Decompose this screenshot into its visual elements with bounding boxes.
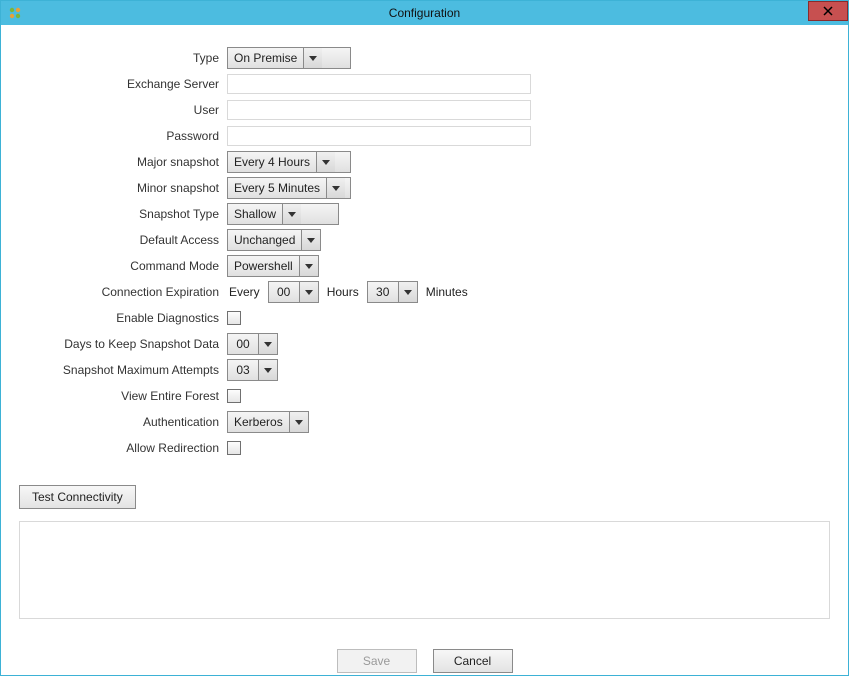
authentication-value: Kerberos xyxy=(228,412,289,432)
authentication-dropdown[interactable]: Kerberos xyxy=(227,411,309,433)
max-attempts-dropdown[interactable]: 03 xyxy=(227,359,278,381)
password-input[interactable] xyxy=(227,126,531,146)
days-to-keep-dropdown[interactable]: 00 xyxy=(227,333,278,355)
snapshot-type-dropdown[interactable]: Shallow xyxy=(227,203,339,225)
command-mode-label: Command Mode xyxy=(19,259,227,273)
every-text: Every xyxy=(227,285,262,299)
chevron-down-icon xyxy=(299,282,318,302)
enable-diagnostics-checkbox[interactable] xyxy=(227,311,241,325)
chevron-down-icon xyxy=(289,412,308,432)
content-area: Type On Premise Exchange Server User xyxy=(1,25,848,683)
command-mode-dropdown[interactable]: Powershell xyxy=(227,255,319,277)
allow-redirection-checkbox[interactable] xyxy=(227,441,241,455)
type-label: Type xyxy=(19,51,227,65)
type-value: On Premise xyxy=(228,48,303,68)
chevron-down-icon xyxy=(303,48,322,68)
snapshot-type-value: Shallow xyxy=(228,204,282,224)
close-button[interactable] xyxy=(808,1,848,21)
password-label: Password xyxy=(19,129,227,143)
view-forest-label: View Entire Forest xyxy=(19,389,227,403)
chevron-down-icon xyxy=(316,152,335,172)
user-label: User xyxy=(19,103,227,117)
titlebar: Configuration xyxy=(1,1,848,25)
default-access-value: Unchanged xyxy=(228,230,301,250)
chevron-down-icon xyxy=(326,178,345,198)
hours-text: Hours xyxy=(325,285,361,299)
cancel-button[interactable]: Cancel xyxy=(433,649,513,673)
chevron-down-icon xyxy=(258,334,277,354)
test-connectivity-button[interactable]: Test Connectivity xyxy=(19,485,136,509)
max-attempts-value: 03 xyxy=(228,360,258,380)
view-forest-checkbox[interactable] xyxy=(227,389,241,403)
expiration-hours-dropdown[interactable]: 00 xyxy=(268,281,319,303)
chevron-down-icon xyxy=(282,204,301,224)
expiration-minutes-value: 30 xyxy=(368,282,398,302)
snapshot-type-label: Snapshot Type xyxy=(19,207,227,221)
chevron-down-icon xyxy=(398,282,417,302)
minor-snapshot-label: Minor snapshot xyxy=(19,181,227,195)
minutes-text: Minutes xyxy=(424,285,470,299)
default-access-dropdown[interactable]: Unchanged xyxy=(227,229,321,251)
dialog-buttons: Save Cancel xyxy=(19,649,830,673)
app-icon xyxy=(8,6,22,20)
minor-snapshot-value: Every 5 Minutes xyxy=(228,178,326,198)
major-snapshot-value: Every 4 Hours xyxy=(228,152,316,172)
minor-snapshot-dropdown[interactable]: Every 5 Minutes xyxy=(227,177,351,199)
type-dropdown[interactable]: On Premise xyxy=(227,47,351,69)
max-attempts-label: Snapshot Maximum Attempts xyxy=(19,363,227,377)
user-input[interactable] xyxy=(227,100,531,120)
expiration-minutes-dropdown[interactable]: 30 xyxy=(367,281,418,303)
config-window: Configuration Type On Premise Excha xyxy=(0,0,849,676)
exchange-server-input[interactable] xyxy=(227,74,531,94)
major-snapshot-dropdown[interactable]: Every 4 Hours xyxy=(227,151,351,173)
save-button[interactable]: Save xyxy=(337,649,417,673)
enable-diagnostics-label: Enable Diagnostics xyxy=(19,311,227,325)
major-snapshot-label: Major snapshot xyxy=(19,155,227,169)
command-mode-value: Powershell xyxy=(228,256,299,276)
allow-redirection-label: Allow Redirection xyxy=(19,441,227,455)
default-access-label: Default Access xyxy=(19,233,227,247)
exchange-server-label: Exchange Server xyxy=(19,77,227,91)
authentication-label: Authentication xyxy=(19,415,227,429)
chevron-down-icon xyxy=(301,230,320,250)
output-textbox[interactable] xyxy=(19,521,830,619)
window-title: Configuration xyxy=(1,6,848,20)
days-to-keep-label: Days to Keep Snapshot Data xyxy=(19,337,227,351)
expiration-hours-value: 00 xyxy=(269,282,299,302)
connection-expiration-label: Connection Expiration xyxy=(19,285,227,299)
chevron-down-icon xyxy=(258,360,277,380)
chevron-down-icon xyxy=(299,256,318,276)
days-to-keep-value: 00 xyxy=(228,334,258,354)
